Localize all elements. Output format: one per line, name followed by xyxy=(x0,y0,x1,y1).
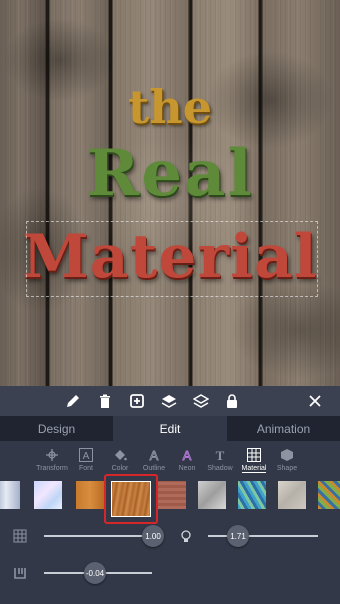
material-swatch[interactable] xyxy=(238,481,266,509)
tool-color[interactable]: Color xyxy=(102,447,138,472)
duplicate-icon[interactable] xyxy=(127,391,147,411)
tool-outline[interactable]: A Outline xyxy=(136,447,172,472)
material-swatch[interactable] xyxy=(278,481,306,509)
shape-icon xyxy=(280,447,294,463)
editor-canvas[interactable]: the Real Material xyxy=(0,0,340,386)
svg-text:A: A xyxy=(150,448,159,462)
layers-icon[interactable] xyxy=(191,391,211,411)
tool-neon[interactable]: A Neon xyxy=(169,447,205,472)
tool-shadow-label: Shadow xyxy=(207,465,233,472)
tab-design[interactable]: Design xyxy=(0,416,113,441)
material-swatch[interactable] xyxy=(198,481,226,509)
size-slider-knob[interactable]: 1.00 xyxy=(142,525,164,547)
transform-icon xyxy=(45,447,59,463)
material-swatches xyxy=(0,474,340,524)
tool-shape-label: Shape xyxy=(276,465,298,472)
depth-slider-knob[interactable]: -0.04 xyxy=(84,562,106,584)
tool-outline-label: Outline xyxy=(142,465,166,472)
selection-box[interactable] xyxy=(26,221,318,297)
material-swatch[interactable] xyxy=(76,481,104,509)
tool-row: Transform A Font Color A Outline A Neon xyxy=(0,447,340,477)
tool-shadow[interactable]: T Shadow xyxy=(202,447,238,472)
tool-font-label: Font xyxy=(78,465,93,472)
light-bulb-icon xyxy=(178,528,194,544)
outline-icon: A xyxy=(147,447,161,463)
text-line-real[interactable]: Real xyxy=(0,136,340,211)
material-grid-icon xyxy=(247,447,261,463)
text-line-the[interactable]: the xyxy=(0,80,340,134)
trash-icon[interactable] xyxy=(95,391,115,411)
material-depth-row: -0.04 xyxy=(0,561,340,585)
tool-color-label: Color xyxy=(111,465,129,472)
material-swatch[interactable] xyxy=(0,481,20,509)
light-slider-track[interactable] xyxy=(208,535,318,537)
lock-icon[interactable] xyxy=(222,391,242,411)
neon-icon: A xyxy=(180,447,194,463)
material-swatch[interactable] xyxy=(318,481,340,509)
tool-shape[interactable]: Shape xyxy=(269,447,305,472)
shadow-icon: T xyxy=(213,447,227,463)
size-slider-track[interactable] xyxy=(44,535,156,537)
tool-material[interactable]: Material xyxy=(236,447,272,473)
material-swatch[interactable] xyxy=(158,481,186,509)
svg-text:A: A xyxy=(83,451,90,462)
tab-edit[interactable]: Edit xyxy=(113,416,227,441)
toolbar xyxy=(0,386,340,416)
tool-material-label: Material xyxy=(241,465,267,473)
close-icon[interactable] xyxy=(305,391,325,411)
material-swatch[interactable] xyxy=(34,481,62,509)
material-swatch-selected[interactable] xyxy=(104,474,158,524)
font-icon: A xyxy=(79,447,93,463)
tab-animation[interactable]: Animation xyxy=(227,416,340,441)
svg-text:T: T xyxy=(216,448,225,462)
light-slider-knob[interactable]: 1.71 xyxy=(227,525,249,547)
edit-panel: Transform A Font Color A Outline A Neon xyxy=(0,441,340,604)
grid-size-icon xyxy=(12,528,28,544)
tool-transform-label: Transform xyxy=(36,465,68,472)
pencil-icon[interactable] xyxy=(63,391,83,411)
tool-font[interactable]: A Font xyxy=(68,447,104,472)
wood-planks-swatch xyxy=(111,481,151,517)
depth-icon xyxy=(12,565,28,581)
tool-transform[interactable]: Transform xyxy=(34,447,70,472)
paint-bucket-icon xyxy=(113,447,127,463)
svg-text:A: A xyxy=(183,448,192,462)
tab-bar: Design Edit Animation xyxy=(0,416,340,441)
tool-neon-label: Neon xyxy=(178,465,196,472)
layers-up-icon[interactable] xyxy=(159,391,179,411)
material-size-light-row: 1.00 1.71 xyxy=(0,524,340,548)
